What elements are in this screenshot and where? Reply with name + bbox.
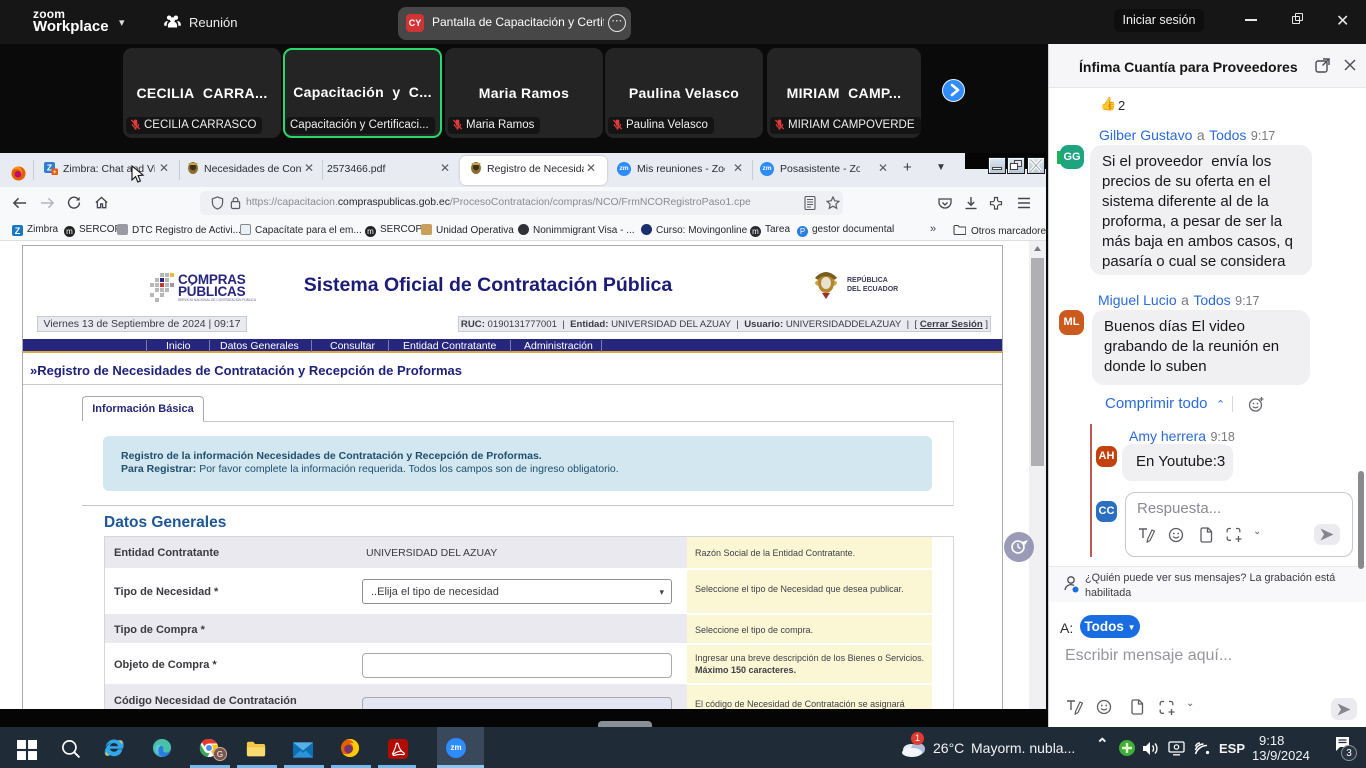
svg-text:+: + [53,170,57,176]
svg-text:Z: Z [47,163,52,173]
